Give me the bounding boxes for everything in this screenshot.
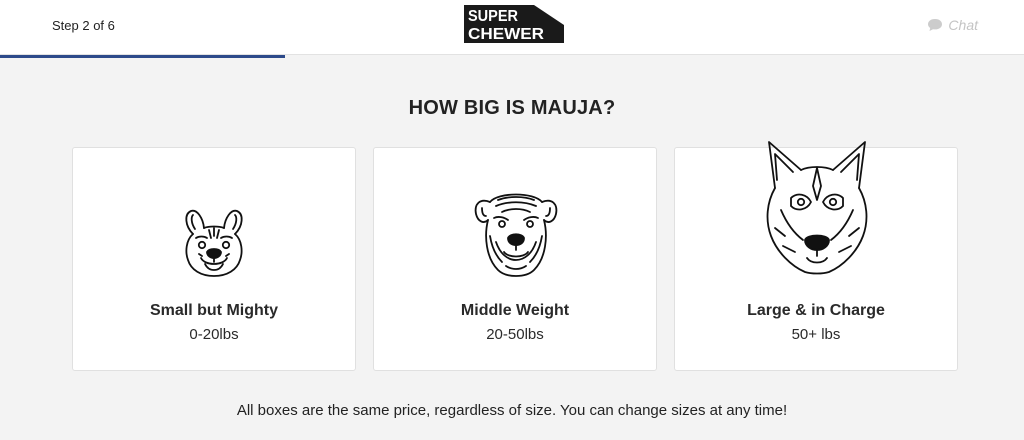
progress-bar-fill	[0, 55, 285, 58]
pricing-note: All boxes are the same price, regardless…	[236, 402, 788, 419]
step-indicator: Step 2 of 6	[52, 18, 115, 33]
size-option-large[interactable]: Large & in Charge 50+ lbs	[674, 141, 958, 371]
size-title-large: Large & in Charge	[747, 302, 885, 319]
size-weight-large: 50+ lbs	[791, 326, 841, 343]
size-option-small[interactable]: Small but Mighty 0-20lbs	[72, 147, 356, 371]
husky-icon	[766, 141, 868, 275]
chat-bubble-icon	[928, 19, 943, 31]
french-bulldog-icon	[185, 209, 243, 277]
size-options: Small but Mighty 0-20lbs Middle Weight 2…	[72, 141, 958, 371]
shar-pei-icon	[474, 193, 558, 277]
size-option-medium[interactable]: Middle Weight 20-50lbs	[373, 147, 657, 371]
logo-text-line1: SUPER	[468, 8, 518, 25]
progress-bar	[0, 55, 1024, 58]
size-title-medium: Middle Weight	[460, 302, 570, 319]
chat-button[interactable]: Chat	[927, 17, 978, 33]
chat-label: Chat	[948, 17, 978, 33]
top-bar: Step 2 of 6 SUPER CHEWER Chat	[0, 0, 1024, 58]
size-weight-small: 0-20lbs	[189, 326, 239, 343]
size-title-small: Small but Mighty	[150, 302, 278, 319]
logo-text-line2: CHEWER	[468, 26, 544, 43]
size-weight-medium: 20-50lbs	[486, 326, 544, 343]
super-chewer-logo[interactable]: SUPER CHEWER	[464, 5, 564, 43]
page-title: HOW BIG IS MAUJA?	[408, 97, 616, 119]
